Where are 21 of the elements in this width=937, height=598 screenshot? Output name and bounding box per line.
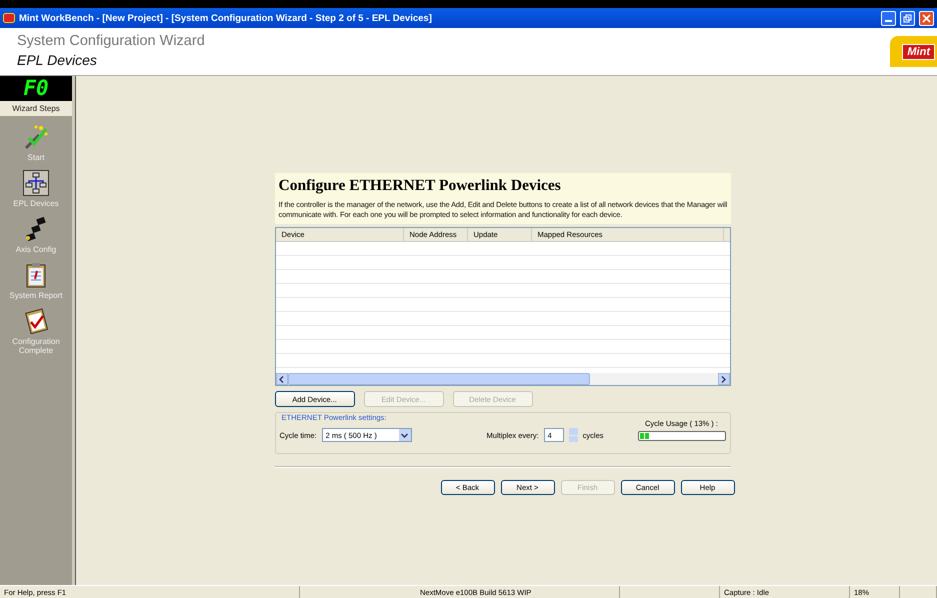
step-title: EPL Devices (17, 52, 98, 68)
minimize-icon (885, 20, 892, 22)
sidebar-heading: Wizard Steps (0, 101, 72, 116)
chevron-left-icon (279, 376, 284, 382)
minimize-button[interactable] (881, 10, 896, 26)
chevron-down-icon (401, 432, 408, 438)
scroll-left-button[interactable] (276, 373, 288, 385)
scroll-right-button[interactable] (718, 373, 730, 385)
close-icon (922, 14, 931, 22)
network-icon (23, 170, 49, 196)
app-icon (3, 13, 15, 23)
chevron-right-icon (721, 376, 726, 382)
led-display: F0 (0, 76, 72, 101)
page-title: Configure ETHERNET Powerlink Devices (278, 177, 562, 195)
restore-button[interactable] (900, 10, 915, 26)
restore-icon (903, 14, 912, 22)
logo: Mint (902, 44, 935, 60)
wizard-title: System Configuration Wizard (17, 33, 205, 49)
close-button[interactable] (919, 10, 934, 26)
magic-wand-icon (23, 124, 49, 150)
window-title: Mint WorkBench - [New Project] - [System Configuration Wizard - Step 2 of 5 - EPL Devices] (19, 12, 433, 24)
